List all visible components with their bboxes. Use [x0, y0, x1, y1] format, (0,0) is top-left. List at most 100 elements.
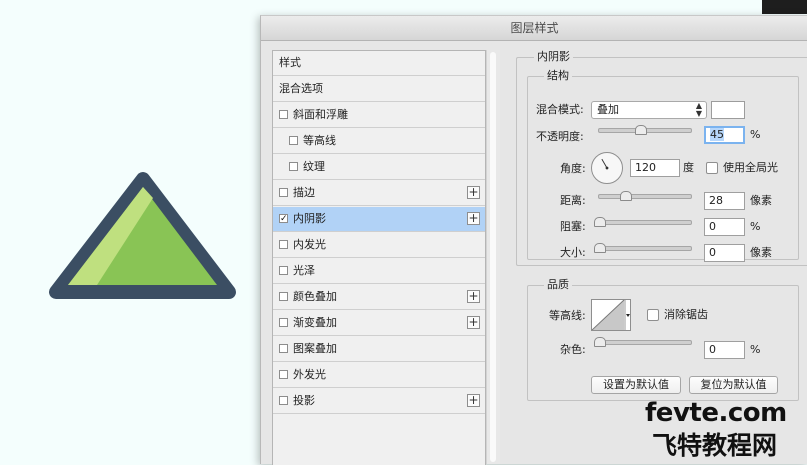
choke-label: 阻塞:	[560, 220, 586, 233]
style-item-2[interactable]: 纹理	[273, 155, 485, 180]
style-item-checkbox[interactable]	[279, 370, 288, 379]
shadow-color-swatch[interactable]	[711, 101, 745, 119]
style-item-checkbox[interactable]	[279, 110, 288, 119]
noise-value: 0	[709, 343, 716, 356]
triangle-shape-preview	[49, 172, 236, 299]
style-item-checkbox[interactable]	[279, 188, 288, 197]
style-item-checkbox[interactable]	[279, 396, 288, 405]
noise-label: 杂色:	[560, 343, 586, 356]
size-value: 0	[709, 246, 716, 259]
blend-mode-select[interactable]: 叠加 ▲ ▼	[591, 101, 707, 119]
contour-curve-icon	[591, 299, 630, 331]
add-effect-plus-icon[interactable]: +	[467, 316, 480, 329]
choke-input[interactable]: 0	[704, 218, 745, 236]
style-item-label: 纹理	[303, 160, 325, 173]
blend-mode-value: 叠加	[597, 103, 619, 116]
style-item-label: 斜面和浮雕	[293, 108, 348, 121]
choke-value: 0	[709, 220, 716, 233]
noise-slider[interactable]	[594, 337, 692, 347]
style-item-checkbox[interactable]	[279, 318, 288, 327]
opacity-input[interactable]: 45	[704, 126, 745, 144]
style-item-1[interactable]: 等高线	[273, 129, 485, 154]
style-item-11[interactable]: 投影 +	[273, 389, 485, 414]
style-item-10[interactable]: 外发光	[273, 363, 485, 388]
style-item-checkbox[interactable]: ✓	[279, 214, 288, 224]
blending-options-item[interactable]: 混合选项	[273, 77, 485, 102]
reset-default-button[interactable]: 复位为默认值	[689, 376, 778, 394]
add-effect-plus-icon[interactable]: +	[467, 290, 480, 303]
style-item-label: 外发光	[293, 368, 326, 381]
style-item-label: 内发光	[293, 238, 326, 251]
select-arrows-icon: ▲ ▼	[695, 101, 702, 118]
style-item-checkbox[interactable]	[289, 162, 298, 171]
dialog-title: 图层样式	[261, 16, 807, 41]
noise-unit: %	[750, 343, 761, 356]
watermark-domain: fevte.com	[645, 398, 787, 428]
add-effect-plus-icon[interactable]: +	[467, 394, 480, 407]
angle-unit: 度	[683, 161, 694, 174]
style-item-8[interactable]: 渐变叠加 +	[273, 311, 485, 336]
style-item-6[interactable]: 光泽	[273, 259, 485, 284]
size-input[interactable]: 0	[704, 244, 745, 262]
style-item-checkbox[interactable]	[279, 344, 288, 353]
style-item-7[interactable]: 颜色叠加 +	[273, 285, 485, 310]
distance-slider[interactable]	[598, 191, 692, 201]
style-list-header-label: 样式	[279, 56, 301, 69]
quality-legend: 品质	[544, 279, 572, 291]
contour-label: 等高线:	[549, 309, 586, 322]
blend-mode-label: 混合模式:	[536, 103, 584, 116]
style-list-scrollbar[interactable]	[486, 50, 500, 464]
style-item-4[interactable]: ✓ 内阴影 +	[273, 207, 485, 232]
make-default-button[interactable]: 设置为默认值	[591, 376, 681, 394]
anti-alias-label: 消除锯齿	[664, 308, 708, 321]
distance-input[interactable]: 28	[704, 192, 745, 210]
style-item-label: 图案叠加	[293, 342, 337, 355]
distance-label: 距离:	[560, 194, 586, 207]
size-slider[interactable]	[594, 243, 692, 253]
add-effect-plus-icon[interactable]: +	[467, 186, 480, 199]
style-item-5[interactable]: 内发光	[273, 233, 485, 258]
noise-input[interactable]: 0	[704, 341, 745, 359]
add-effect-plus-icon[interactable]: +	[467, 212, 480, 225]
choke-slider[interactable]	[594, 217, 692, 227]
anti-alias-checkbox[interactable]	[647, 309, 659, 321]
structure-legend: 结构	[544, 70, 572, 82]
style-item-label: 内阴影	[293, 212, 326, 225]
opacity-value: 45	[710, 128, 724, 141]
style-item-checkbox[interactable]	[279, 266, 288, 275]
blending-options-label: 混合选项	[279, 82, 323, 95]
scrollbar-thumb[interactable]	[490, 52, 496, 462]
use-global-light-checkbox[interactable]	[706, 162, 718, 174]
choke-unit: %	[750, 220, 761, 233]
size-label: 大小:	[560, 246, 586, 259]
angle-label: 角度:	[560, 162, 586, 175]
opacity-slider[interactable]	[598, 125, 692, 135]
style-item-0[interactable]: 斜面和浮雕	[273, 103, 485, 128]
contour-picker[interactable]	[591, 299, 631, 331]
style-item-label: 光泽	[293, 264, 315, 277]
angle-input[interactable]: 120	[630, 159, 680, 177]
size-unit: 像素	[750, 246, 772, 259]
angle-value: 120	[635, 161, 656, 174]
distance-unit: 像素	[750, 194, 772, 207]
style-item-checkbox[interactable]	[279, 292, 288, 301]
opacity-unit: %	[750, 128, 761, 141]
distance-value: 28	[709, 194, 723, 207]
style-item-label: 渐变叠加	[293, 316, 337, 329]
style-list-panel: 样式 混合选项 斜面和浮雕 等高线 纹理 描边 + ✓ 内阴影 + 内发光 光泽 颜色叠加 + 渐变叠加…	[272, 50, 486, 465]
style-item-checkbox[interactable]	[279, 240, 288, 249]
opacity-label: 不透明度:	[536, 130, 584, 143]
style-item-label: 颜色叠加	[293, 290, 337, 303]
style-item-9[interactable]: 图案叠加	[273, 337, 485, 362]
use-global-light-label: 使用全局光	[723, 161, 778, 174]
style-item-3[interactable]: 描边 +	[273, 181, 485, 206]
watermark-site-name: 飞特教程网	[652, 431, 778, 460]
style-list-header[interactable]: 样式	[273, 51, 485, 76]
inner-shadow-title: 内阴影	[534, 51, 573, 63]
style-item-label: 等高线	[303, 134, 336, 147]
style-item-checkbox[interactable]	[289, 136, 298, 145]
background-dark-corner	[762, 0, 807, 14]
style-item-label: 投影	[293, 394, 315, 407]
angle-dial[interactable]	[591, 152, 623, 184]
style-item-label: 描边	[293, 186, 315, 199]
